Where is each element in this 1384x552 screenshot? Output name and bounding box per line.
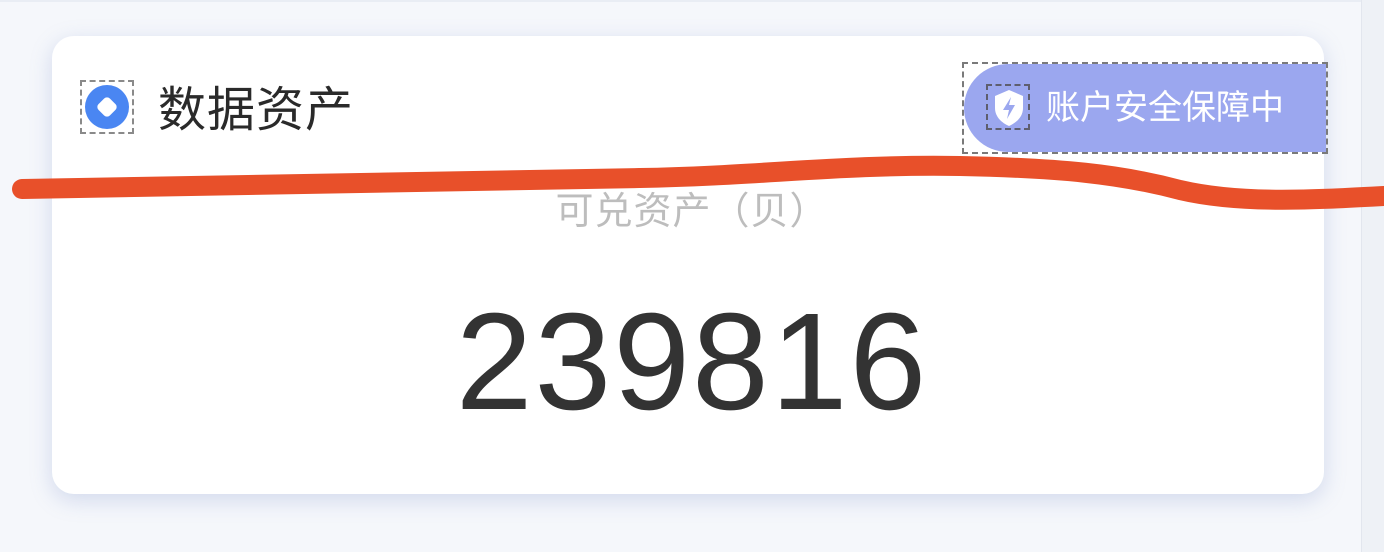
security-badge[interactable]: 账户安全保障中 [962, 62, 1328, 154]
top-divider [0, 0, 1384, 2]
right-edge-panel [1361, 0, 1384, 552]
screenshot-stage: 数据资产 账户安全保障中 可兑资产（贝） 239816 [0, 0, 1384, 552]
asset-caption: 可兑资产（贝） [555, 189, 829, 233]
shield-bolt-icon [995, 90, 1023, 126]
card-title: 数据资产 [158, 82, 355, 138]
shield-icon-bounding-box [986, 84, 1030, 130]
asset-value: 239816 [455, 285, 929, 439]
security-badge-label: 账户安全保障中 [1046, 88, 1284, 128]
logo-bounding-box [80, 80, 134, 134]
app-logo-icon [85, 85, 129, 129]
